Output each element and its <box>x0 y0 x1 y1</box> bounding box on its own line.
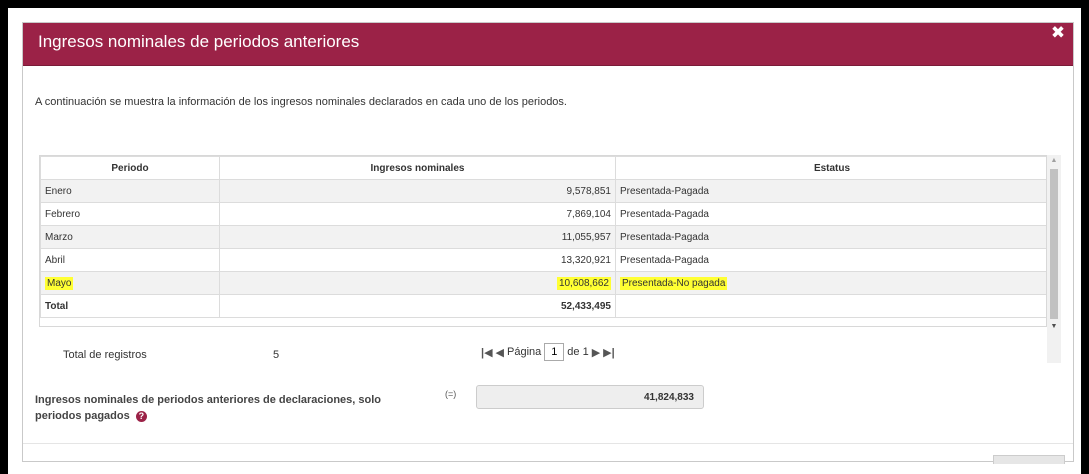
pagination: |◀ ◀ Página de 1 ▶ ▶| <box>481 343 615 361</box>
help-icon[interactable]: ? <box>135 410 147 422</box>
scroll-thumb[interactable] <box>1050 169 1058 319</box>
page-of-label: de 1 <box>567 346 589 358</box>
cell-estatus: Presentada-Pagada <box>615 248 1046 272</box>
cell-periodo: Marzo <box>40 225 220 249</box>
close-icon[interactable]: ✖ <box>1047 22 1069 44</box>
last-page-icon[interactable]: ▶| <box>603 346 615 359</box>
table-row[interactable]: Febrero 7,869,104 Presentada-Pagada <box>40 202 1046 226</box>
modal-title: Ingresos nominales de periodos anteriore… <box>38 32 360 51</box>
paid-periods-income-field: 41,824,833 <box>476 385 704 409</box>
column-header-periodo[interactable]: Periodo <box>40 156 220 180</box>
income-table: Periodo Ingresos nominales Estatus Enero… <box>39 155 1047 327</box>
cell-estatus: Presentada-Pagada <box>615 179 1046 203</box>
page-number-input[interactable] <box>544 343 565 361</box>
paid-periods-income-label: Ingresos nominales de periodos anteriore… <box>35 392 425 424</box>
cell-estatus: Presentada-Pagada <box>615 225 1046 249</box>
total-records-count: 5 <box>273 349 280 361</box>
intro-text: A continuación se muestra la información… <box>35 96 567 108</box>
cell-estatus: Presentada-Pagada <box>615 202 1046 226</box>
table-row[interactable]: Mayo 10,608,662 Presentada-No pagada <box>40 271 1046 295</box>
modal-dialog: Ingresos nominales de periodos anteriore… <box>22 22 1074 464</box>
cell-ingresos: 10,608,662 <box>219 271 616 295</box>
cell-estatus: Presentada-No pagada <box>615 271 1046 295</box>
scroll-up-arrow-icon[interactable]: ▲ <box>1047 155 1061 167</box>
highlighted-periodo: Mayo <box>45 276 74 290</box>
table-row[interactable]: Enero 9,578,851 Presentada-Pagada <box>40 179 1046 203</box>
modal-header: Ingresos nominales de periodos anteriore… <box>23 23 1073 66</box>
table-row[interactable]: Marzo 11,055,957 Presentada-Pagada <box>40 225 1046 249</box>
first-page-icon[interactable]: |◀ <box>481 346 493 359</box>
cell-ingresos: 13,320,921 <box>219 248 616 272</box>
income-grid: Periodo Ingresos nominales Estatus Enero… <box>40 156 1046 318</box>
cell-total-ingresos: 52,433,495 <box>219 294 616 318</box>
cell-periodo: Mayo <box>40 271 220 295</box>
footer-button[interactable] <box>993 455 1065 464</box>
cell-periodo: Febrero <box>40 202 220 226</box>
screen-border-top <box>0 0 1089 8</box>
cell-total-estatus <box>615 294 1046 318</box>
table-row[interactable]: Abril 13,320,921 Presentada-Pagada <box>40 248 1046 272</box>
cell-ingresos: 11,055,957 <box>219 225 616 249</box>
column-header-estatus[interactable]: Estatus <box>615 156 1046 180</box>
prev-page-icon[interactable]: ◀ <box>496 346 504 359</box>
cell-ingresos: 9,578,851 <box>219 179 616 203</box>
equals-sign: (=) <box>445 389 457 399</box>
cell-ingresos: 7,869,104 <box>219 202 616 226</box>
screen-border-left <box>0 0 8 474</box>
highlighted-ingresos: 10,608,662 <box>556 276 611 290</box>
page-label: Página <box>507 346 542 358</box>
table-scrollbar[interactable]: ▲ ▼ <box>1047 155 1061 363</box>
screen-border-right <box>1081 0 1089 474</box>
scroll-down-arrow-icon[interactable]: ▼ <box>1047 321 1061 333</box>
next-page-icon[interactable]: ▶ <box>592 346 600 359</box>
paid-periods-income-text: Ingresos nominales de periodos anteriore… <box>35 394 382 422</box>
total-records-label: Total de registros <box>63 349 147 361</box>
cell-periodo: Enero <box>40 179 220 203</box>
cell-total-label: Total <box>40 294 220 318</box>
column-header-ingresos[interactable]: Ingresos nominales <box>219 156 616 180</box>
highlighted-estatus: Presentada-No pagada <box>620 276 728 290</box>
cell-periodo: Abril <box>40 248 220 272</box>
table-total-row: Total 52,433,495 <box>40 294 1046 318</box>
footer-divider <box>23 443 1073 444</box>
